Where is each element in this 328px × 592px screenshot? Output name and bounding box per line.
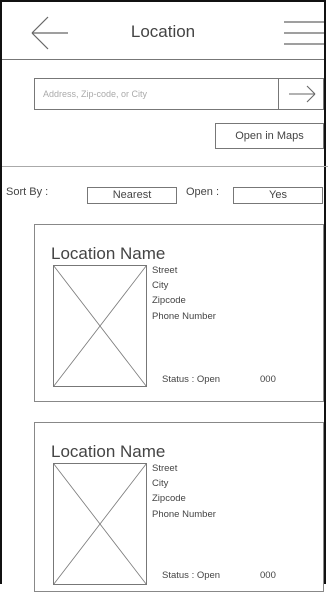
header-bar: Location — [2, 2, 324, 60]
search-input[interactable] — [35, 79, 278, 109]
phone-text: Phone Number — [152, 509, 216, 520]
sort-by-label: Sort By : — [6, 186, 49, 198]
search-box — [34, 78, 324, 110]
number-text: 000 — [260, 570, 276, 581]
arrow-right-icon — [289, 85, 316, 103]
section-divider — [2, 166, 328, 167]
open-in-maps-button[interactable]: Open in Maps — [215, 123, 324, 149]
zipcode-text: Zipcode — [152, 493, 186, 504]
location-name: Location Name — [51, 244, 166, 263]
city-text: City — [152, 280, 169, 291]
image-placeholder-icon — [53, 463, 147, 585]
city-text: City — [152, 478, 169, 489]
phone-text: Phone Number — [152, 311, 216, 322]
app-frame: Location Open in Maps Sort By : Nearest … — [0, 0, 328, 592]
image-placeholder-icon — [53, 265, 147, 387]
hamburger-menu-icon[interactable] — [284, 21, 324, 45]
location-name: Location Name — [51, 442, 166, 461]
search-go-button[interactable] — [278, 79, 323, 109]
page-title: Location — [130, 22, 196, 41]
open-filter-select[interactable]: Yes — [233, 187, 323, 204]
sort-by-select[interactable]: Nearest — [87, 187, 177, 204]
street-text: Street — [152, 463, 178, 474]
location-card[interactable]: Location Name Street City Zipcode Phone … — [34, 422, 324, 592]
location-card[interactable]: Location Name Street City Zipcode Phone … — [34, 224, 324, 402]
status-text: Status : Open — [162, 374, 221, 385]
status-text: Status : Open — [162, 570, 221, 581]
zipcode-text: Zipcode — [152, 295, 186, 306]
number-text: 000 — [260, 374, 276, 385]
street-text: Street — [152, 265, 178, 276]
open-filter-label: Open : — [186, 186, 220, 198]
